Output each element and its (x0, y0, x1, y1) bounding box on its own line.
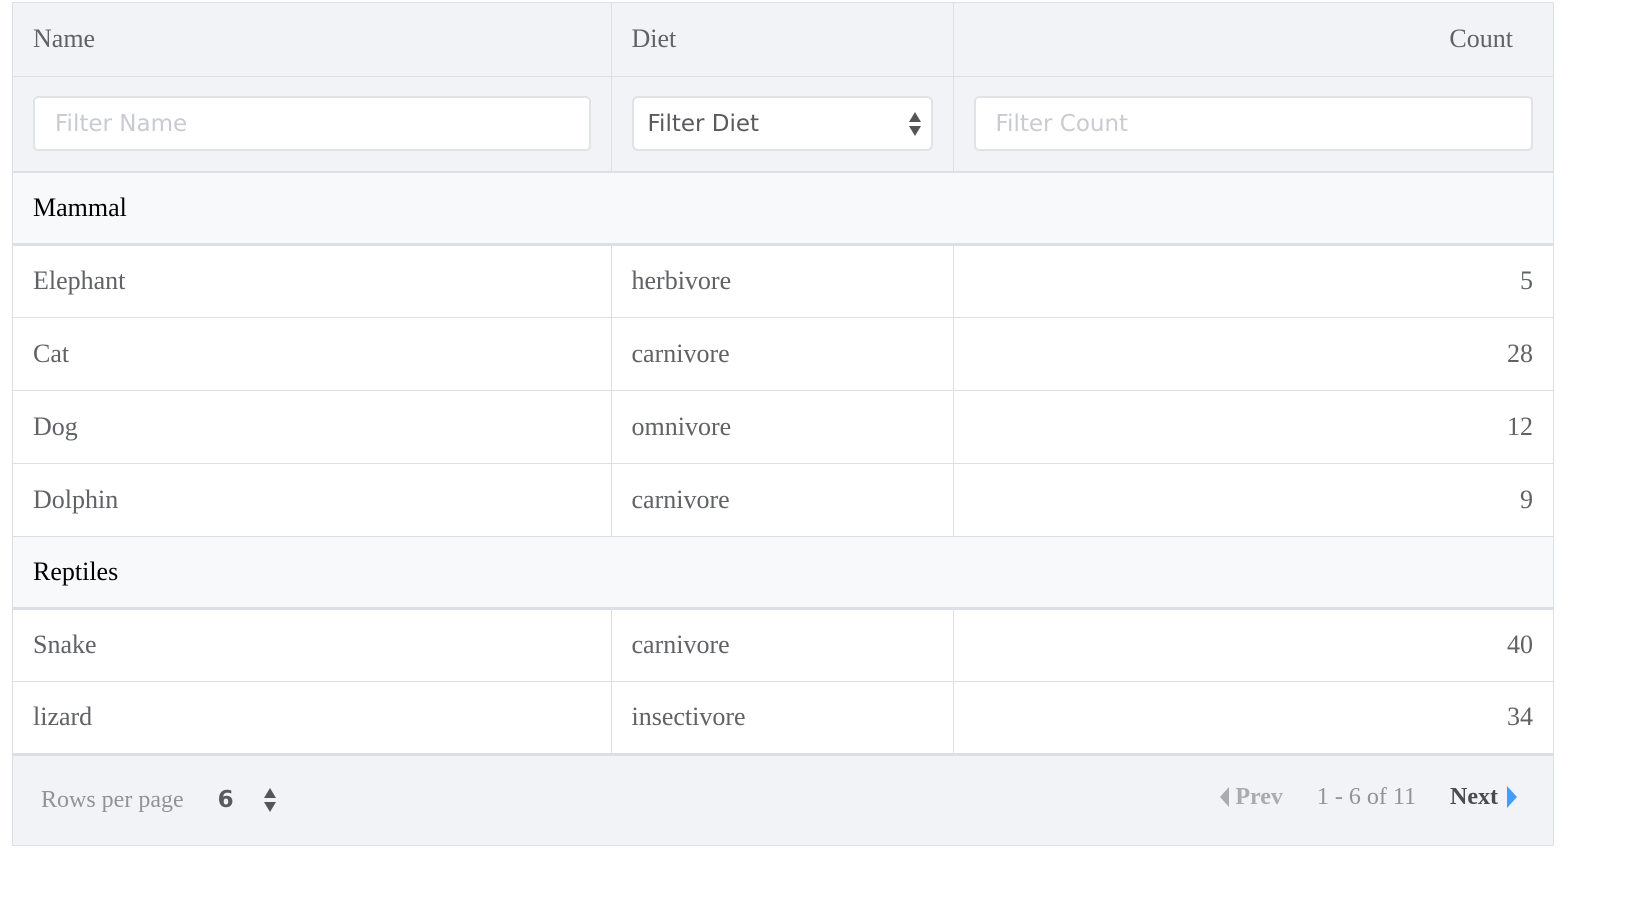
cell-count: 12 (953, 390, 1553, 464)
group-label: Reptiles (13, 536, 1553, 610)
pager: Prev 1 - 6 of 11 Next (1220, 784, 1525, 811)
cell-diet: insectivore (611, 681, 954, 756)
cell-count: 28 (953, 317, 1553, 391)
rows-per-page-select[interactable]: 6 (218, 787, 276, 813)
filter-cell-diet: Filter Diet (611, 76, 954, 173)
table-row[interactable]: Snake carnivore 40 (13, 608, 1553, 682)
filter-count-input[interactable] (973, 96, 1533, 152)
cell-count: 5 (953, 244, 1553, 318)
sort-arrows-icon (263, 788, 276, 812)
cell-diet: herbivore (611, 244, 954, 318)
cell-count: 40 (953, 608, 1553, 682)
cell-diet: omnivore (611, 390, 954, 464)
group-label: Mammal (13, 172, 1553, 246)
table-row[interactable]: Dolphin carnivore 9 (13, 463, 1553, 537)
column-header-name[interactable]: Name (13, 3, 612, 77)
filter-name-input[interactable] (33, 96, 591, 152)
cell-count: 34 (953, 681, 1553, 756)
filter-cell-count (953, 76, 1553, 173)
rows-per-page-value: 6 (217, 787, 234, 813)
cell-count: 9 (953, 463, 1553, 537)
column-header-count[interactable]: Count (953, 3, 1553, 77)
group-header-row: Mammal (13, 172, 1553, 246)
cell-name: Cat (13, 317, 612, 391)
caret-right-icon (1507, 786, 1517, 808)
prev-label: Prev (1235, 783, 1283, 810)
header-row: Name Diet Count (13, 3, 1553, 77)
next-button[interactable]: Next (1450, 784, 1517, 811)
cell-name: Elephant (13, 244, 612, 318)
group-header-row: Reptiles (13, 536, 1553, 610)
filter-cell-name (13, 76, 612, 173)
sort-arrows-icon (908, 111, 921, 136)
next-label: Next (1450, 783, 1498, 810)
cell-name: Snake (13, 608, 612, 682)
caret-left-icon (1220, 787, 1230, 807)
rows-per-page: Rows per page 6 (41, 787, 276, 814)
cell-diet: carnivore (611, 317, 954, 391)
data-table: Name Diet Count Filter Diet (12, 2, 1554, 846)
cell-name: Dog (13, 390, 612, 464)
cell-diet: carnivore (611, 463, 954, 537)
prev-button[interactable]: Prev (1220, 784, 1283, 811)
table-row[interactable]: Dog omnivore 12 (13, 390, 1553, 464)
filter-row: Filter Diet (13, 76, 1553, 173)
rows-per-page-label: Rows per page (41, 786, 184, 813)
cell-name: Dolphin (13, 463, 612, 537)
filter-diet-select[interactable]: Filter Diet (631, 96, 933, 152)
cell-diet: carnivore (611, 608, 954, 682)
column-header-diet[interactable]: Diet (611, 3, 954, 77)
cell-name: lizard (13, 681, 612, 756)
table-row[interactable]: lizard insectivore 34 (13, 681, 1553, 756)
pagination-footer: Rows per page 6 Prev 1 - 6 of 11 Next (13, 755, 1553, 845)
table-row[interactable]: Elephant herbivore 5 (13, 244, 1553, 318)
page-info: 1 - 6 of 11 (1316, 783, 1417, 810)
filter-diet-selected: Filter Diet (647, 110, 760, 137)
table-row[interactable]: Cat carnivore 28 (13, 317, 1553, 391)
